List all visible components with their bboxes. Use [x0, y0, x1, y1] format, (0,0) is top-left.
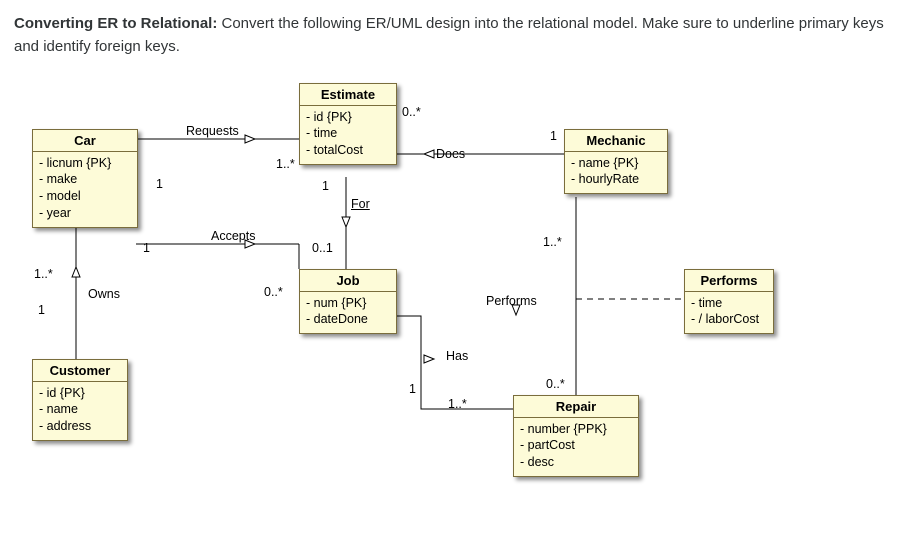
entity-customer: Customer - id {PK} - name - address — [32, 359, 128, 442]
assoc-label-has: Has — [446, 349, 468, 363]
mult-car-owns: 1..* — [34, 267, 53, 281]
entity-repair: Repair - number {PPK} - partCost - desc — [513, 395, 639, 478]
entity-estimate: Estimate - id {PK} - time - totalCost — [299, 83, 397, 166]
entity-job-title: Job — [300, 270, 396, 292]
assoc-label-does: Does — [436, 147, 465, 161]
attr: - totalCost — [306, 142, 390, 159]
attr: - name {PK} — [571, 155, 661, 172]
attr: - make — [39, 171, 131, 188]
mult-cust-owns: 1 — [38, 303, 45, 317]
attr: - partCost — [520, 437, 632, 454]
assoc-label-owns: Owns — [88, 287, 120, 301]
entity-mechanic-body: - name {PK} - hourlyRate — [565, 152, 667, 194]
assoc-class-performs: Performs - time - / laborCost — [684, 269, 774, 335]
attr: - address — [39, 418, 121, 435]
attr: - desc — [520, 454, 632, 471]
entity-job: Job - num {PK} - dateDone — [299, 269, 397, 335]
entity-estimate-title: Estimate — [300, 84, 396, 106]
entity-car-title: Car — [33, 130, 137, 152]
mult-mech-does: 1 — [550, 129, 557, 143]
attr: - dateDone — [306, 311, 390, 328]
entity-car-body: - licnum {PK} - make - model - year — [33, 152, 137, 228]
entity-repair-body: - number {PPK} - partCost - desc — [514, 418, 638, 477]
attr: - / laborCost — [691, 311, 767, 328]
entity-customer-body: - id {PK} - name - address — [33, 382, 127, 441]
entity-job-body: - num {PK} - dateDone — [300, 292, 396, 334]
attr: - time — [691, 295, 767, 312]
mult-est-does: 0..* — [402, 105, 421, 119]
entity-car: Car - licnum {PK} - make - model - year — [32, 129, 138, 229]
mult-car-requests: 1..* — [276, 157, 295, 171]
entity-customer-title: Customer — [33, 360, 127, 382]
entity-repair-title: Repair — [514, 396, 638, 418]
mult-job-for: 0..* — [264, 285, 283, 299]
assoc-label-accepts: Accepts — [211, 229, 255, 243]
mult-repair-has: 1..* — [448, 397, 467, 411]
mult-est-requests: 1 — [156, 177, 163, 191]
mult-job-accepts: 0..1 — [312, 241, 333, 255]
mult-job-has: 1 — [409, 382, 416, 396]
entity-estimate-body: - id {PK} - time - totalCost — [300, 106, 396, 165]
assoc-label-requests: Requests — [186, 124, 239, 138]
mult-est-for: 1 — [322, 179, 329, 193]
attr: - hourlyRate — [571, 171, 661, 188]
attr: - num {PK} — [306, 295, 390, 312]
assoc-label-performs: Performs — [486, 294, 537, 308]
entity-mechanic: Mechanic - name {PK} - hourlyRate — [564, 129, 668, 195]
mult-mech-performs: 1..* — [543, 235, 562, 249]
attr: - id {PK} — [306, 109, 390, 126]
attr: - year — [39, 205, 131, 222]
assoc-performs-body: - time - / laborCost — [685, 292, 773, 334]
prompt-lead: Converting ER to Relational: — [14, 15, 217, 32]
entity-mechanic-title: Mechanic — [565, 130, 667, 152]
attr: - id {PK} — [39, 385, 121, 402]
attr: - number {PPK} — [520, 421, 632, 438]
uml-diagram: Car - licnum {PK} - make - model - year … — [16, 69, 776, 499]
assoc-performs-title: Performs — [685, 270, 773, 292]
attr: - licnum {PK} — [39, 155, 131, 172]
mult-repair-performs: 0..* — [546, 377, 565, 391]
mult-car-accepts: 1 — [143, 241, 150, 255]
question-prompt: Converting ER to Relational: Convert the… — [14, 12, 890, 59]
attr: - name — [39, 401, 121, 418]
attr: - time — [306, 125, 390, 142]
assoc-label-for: For — [351, 197, 370, 211]
attr: - model — [39, 188, 131, 205]
